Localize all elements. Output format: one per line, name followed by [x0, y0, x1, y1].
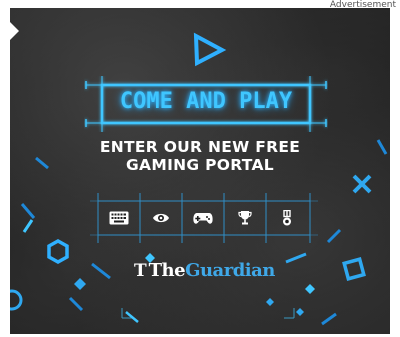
the-guardian-logo[interactable]: T The Guardian — [134, 260, 275, 284]
keyboard-icon[interactable] — [99, 201, 139, 235]
hexagon-icon — [47, 238, 69, 265]
gamepad-icon[interactable] — [183, 201, 223, 235]
eye-icon[interactable] — [141, 201, 181, 235]
triangle-icon — [193, 32, 227, 67]
cross-icon — [352, 174, 372, 194]
square-icon — [342, 257, 366, 281]
headline: ENTER OUR NEW FREE GAMING PORTAL — [50, 138, 350, 174]
logo-guardian: Guardian — [185, 260, 275, 281]
trophy-icon[interactable] — [225, 201, 265, 235]
headline-line-1: ENTER OUR NEW FREE — [99, 138, 301, 156]
game-icons-row — [90, 193, 318, 243]
logo-the: The — [148, 260, 186, 281]
gaming-portal-ad[interactable]: COME AND PLAY ENTER OUR NEW FREE GAMING … — [10, 8, 390, 334]
come-and-play-banner[interactable]: COME AND PLAY — [84, 76, 328, 132]
play-arrow-icon — [10, 22, 19, 40]
circle-icon — [10, 289, 23, 311]
medal-icon[interactable] — [267, 201, 307, 235]
banner-text: COME AND PLAY — [119, 89, 293, 114]
headline-line-2: GAMING PORTAL — [126, 156, 274, 174]
guardian-mark-icon: T — [134, 261, 147, 281]
page: Advertisement COME AND PLAY ENTER OUR NE… — [0, 0, 400, 337]
